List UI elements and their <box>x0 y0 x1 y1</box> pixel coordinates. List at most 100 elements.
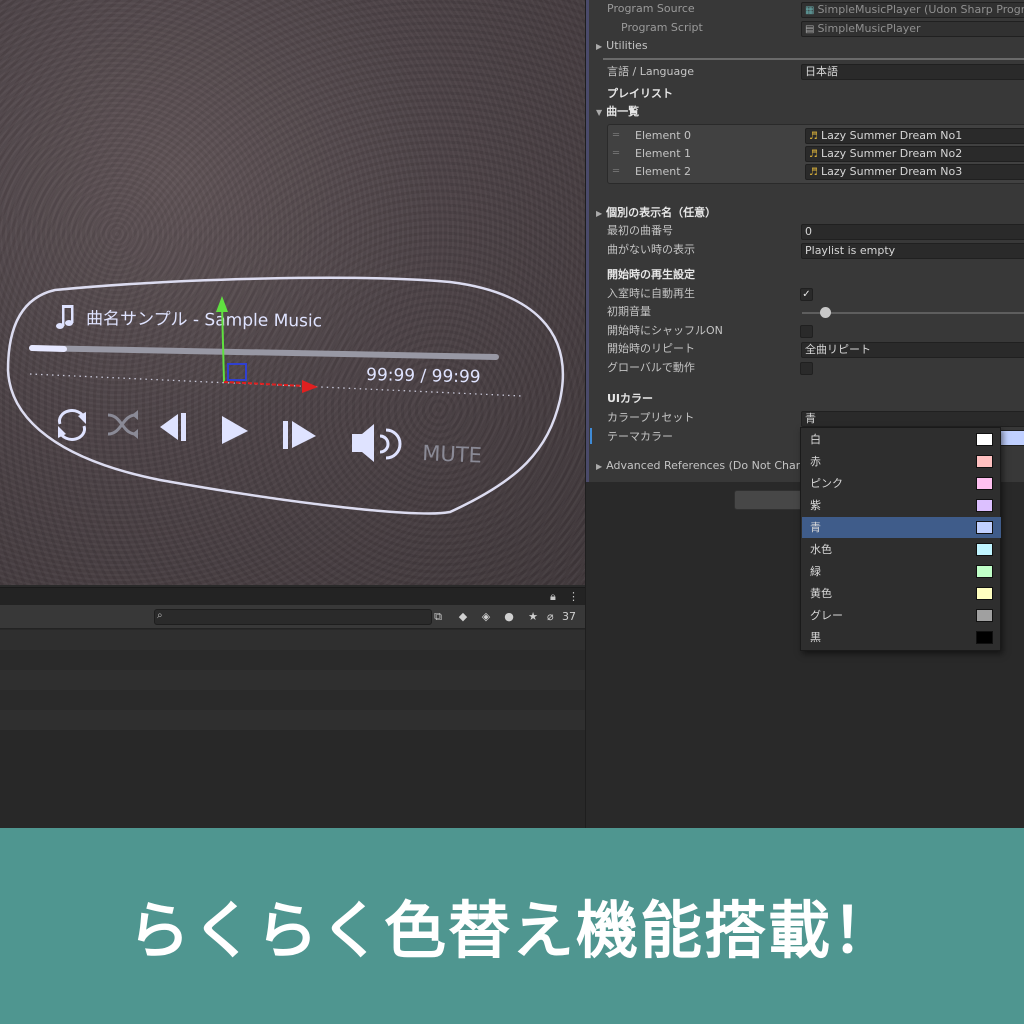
first-track-label: 最初の曲番号 <box>607 224 673 237</box>
scene-view[interactable]: 曲名サンプル - Sample Music 99:99 / 99:99 MUTE <box>0 0 585 585</box>
program-script-label: Program Script <box>621 21 703 34</box>
hierarchy-row[interactable] <box>0 650 585 670</box>
star-icon[interactable]: ★ <box>525 609 541 625</box>
drag-handle-icon[interactable]: ═ <box>613 163 619 181</box>
volume-slider-track[interactable] <box>802 312 1024 314</box>
program-source-label: Program Source <box>607 2 695 15</box>
time-display: 99:99 / 99:99 <box>366 365 481 387</box>
display-names-foldout[interactable]: ▶ 個別の表示名（任意） <box>596 204 716 223</box>
program-source-value: SimpleMusicPlayer (Udon Sharp Program <box>817 3 1024 16</box>
color-swatch <box>976 565 993 578</box>
separator-line <box>603 58 1024 60</box>
language-dropdown[interactable]: 日本語 <box>801 64 1024 80</box>
mute-button[interactable]: MUTE <box>422 441 483 468</box>
utilities-foldout[interactable]: ▶ Utilities <box>596 37 648 56</box>
color-swatch <box>976 609 993 622</box>
banner-headline: らくらく色替え機能搭載！ <box>127 894 896 967</box>
program-script-value: SimpleMusicPlayer <box>817 22 921 35</box>
foldout-arrow-icon: ▶ <box>596 42 603 51</box>
hierarchy-row[interactable] <box>0 690 585 710</box>
empty-display-field[interactable]: Playlist is empty <box>801 243 1024 259</box>
advanced-foldout[interactable]: ▶ Advanced References (Do Not Chang <box>596 457 810 476</box>
modified-marker <box>590 428 592 444</box>
program-script-field[interactable]: ▤ SimpleMusicPlayer <box>801 21 1024 37</box>
menu-item-black[interactable]: 黒 <box>802 627 1001 648</box>
color-swatch <box>976 543 993 556</box>
hierarchy-row[interactable] <box>0 710 585 730</box>
label-tag-icon[interactable]: ◈ <box>478 609 494 625</box>
program-source-field[interactable]: ▦ SimpleMusicPlayer (Udon Sharp Program <box>801 2 1024 18</box>
promo-banner: らくらく色替え機能搭載！ <box>0 828 1024 1024</box>
global-checkbox[interactable] <box>800 362 813 375</box>
theme-color-label: テーマカラー <box>607 430 673 443</box>
music-player-ui: 曲名サンプル - Sample Music 99:99 / 99:99 MUTE <box>6 276 565 515</box>
inspector-panel: Program Source ▦ SimpleMusicPlayer (Udon … <box>585 0 1024 828</box>
more-menu-icon[interactable]: ⋮ <box>568 588 579 605</box>
progress-fill <box>29 345 67 352</box>
lock-icon[interactable]: 🔒︎ <box>550 588 556 605</box>
hierarchy-row[interactable] <box>0 630 585 650</box>
progress-track <box>29 345 499 360</box>
tracklist-foldout[interactable]: ▼ 曲一覧 <box>596 103 639 122</box>
menu-item-purple[interactable]: 紫 <box>802 495 1001 516</box>
hierarchy-panel: 🔒︎ ⋮ ⌕ ⧉ ◆ ◈ ● ★ ⌀ 37 <box>0 587 585 828</box>
volume-slider-handle[interactable] <box>820 307 831 318</box>
color-preset-label: カラープリセット <box>607 411 695 424</box>
repeat-dropdown[interactable]: 全曲リピート <box>801 342 1024 358</box>
volume-icon[interactable] <box>352 424 402 462</box>
menu-item-blue[interactable]: 青 <box>802 517 1001 538</box>
foldout-arrow-icon: ▶ <box>596 209 603 218</box>
autoplay-label: 入室時に自動再生 <box>607 287 695 300</box>
menu-item-pink[interactable]: ピンク <box>802 473 1001 494</box>
search-icon: ⌕ <box>157 610 163 621</box>
audio-clip-field[interactable]: ♬ Lazy Summer Dream No3 <box>805 164 1024 180</box>
audio-clip-field[interactable]: ♬ Lazy Summer Dream No2 <box>805 146 1024 162</box>
audio-clip-icon: ♬ <box>809 149 818 160</box>
shuffle-checkbox[interactable] <box>800 325 813 338</box>
filter-type-icon[interactable]: ◆ <box>455 609 471 625</box>
track-title: 曲名サンプル - Sample Music <box>86 309 322 331</box>
repeat-icon[interactable] <box>58 409 86 441</box>
list-item[interactable]: ═ Element 0 ♬ Lazy Summer Dream No1 <box>608 127 1024 145</box>
repeat-label: 開始時のリピート <box>607 342 695 355</box>
shuffle-label: 開始時にシャッフルON <box>607 324 723 337</box>
ui-color-header: UIカラー <box>607 392 654 405</box>
menu-item-white[interactable]: 白 <box>802 429 1001 450</box>
color-preset-menu: 白 赤 ピンク 紫 青 水色 緑 黄色 グレー 黒 <box>800 427 1001 651</box>
menu-item-light-blue[interactable]: 水色 <box>802 539 1001 560</box>
hierarchy-row[interactable] <box>0 670 585 690</box>
menu-item-gray[interactable]: グレー <box>802 605 1001 626</box>
color-swatch <box>976 477 993 490</box>
search-input[interactable] <box>154 609 432 625</box>
hidden-eye-icon[interactable]: ⌀ <box>547 609 554 625</box>
shuffle-icon[interactable] <box>107 410 138 439</box>
empty-display-label: 曲がない時の表示 <box>607 243 695 256</box>
list-item[interactable]: ═ Element 1 ♬ Lazy Summer Dream No2 <box>608 145 1024 163</box>
autoplay-checkbox[interactable]: ✓ <box>800 288 813 301</box>
menu-item-yellow[interactable]: 黄色 <box>802 583 1001 604</box>
audio-clip-icon: ♬ <box>809 131 818 142</box>
color-swatch <box>976 499 993 512</box>
menu-item-red[interactable]: 赤 <box>802 451 1001 472</box>
foldout-arrow-icon: ▼ <box>596 108 603 117</box>
hidden-count: 37 <box>562 610 576 623</box>
scene-search-icon[interactable]: ⧉ <box>430 609 446 625</box>
play-icon[interactable] <box>222 416 248 444</box>
startup-header: 開始時の再生設定 <box>607 268 695 281</box>
color-swatch <box>976 521 993 534</box>
next-icon[interactable] <box>283 421 316 449</box>
drag-handle-icon[interactable]: ═ <box>613 145 619 163</box>
add-component-button[interactable] <box>734 490 804 510</box>
previous-icon[interactable] <box>160 413 186 441</box>
list-item[interactable]: ═ Element 2 ♬ Lazy Summer Dream No3 <box>608 163 1024 181</box>
playlist-header: プレイリスト <box>607 87 673 100</box>
component-accent-bar <box>586 0 589 482</box>
warning-icon[interactable]: ● <box>501 609 517 625</box>
audio-clip-field[interactable]: ♬ Lazy Summer Dream No1 <box>805 128 1024 144</box>
music-note-icon <box>56 305 74 329</box>
drag-handle-icon[interactable]: ═ <box>613 127 619 145</box>
global-label: グローバルで動作 <box>607 361 695 374</box>
first-track-field[interactable]: 0 <box>801 224 1024 240</box>
menu-item-green[interactable]: 緑 <box>802 561 1001 582</box>
color-preset-dropdown[interactable]: 青 <box>801 411 1024 427</box>
